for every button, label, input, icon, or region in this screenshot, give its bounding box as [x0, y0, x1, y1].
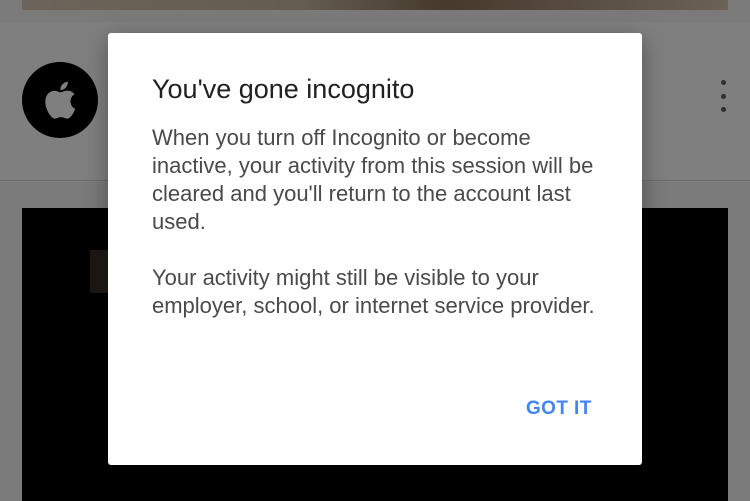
dialog-message-paragraph-1: When you turn off Incognito or become in… — [152, 125, 594, 234]
got-it-button[interactable]: GOT IT — [520, 394, 598, 424]
dialog-title: You've gone incognito — [152, 74, 415, 104]
dialog-body: When you turn off Incognito or become in… — [152, 124, 602, 348]
dialog-message-paragraph-2: Your activity might still be visible to … — [152, 265, 595, 318]
incognito-dialog: You've gone incognito When you turn off … — [108, 33, 642, 465]
